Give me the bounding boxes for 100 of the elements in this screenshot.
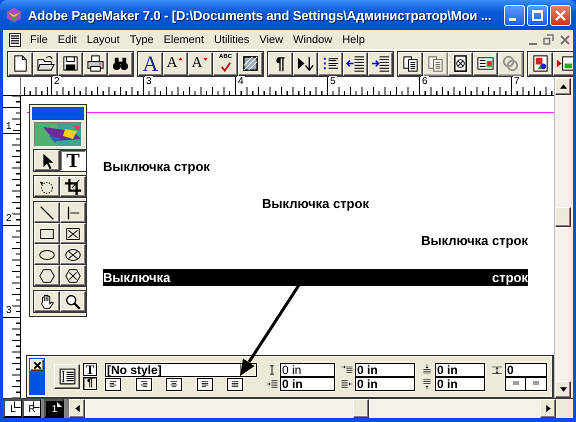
- align-grid-button[interactable]: [526, 378, 546, 390]
- binoculars-button[interactable]: [108, 52, 133, 76]
- ruler-number: 7: [513, 76, 521, 87]
- minimize-icon[interactable]: [529, 42, 537, 44]
- ruler-number: 2: [5, 214, 13, 224]
- ruler-number: 2: [53, 76, 61, 87]
- pointer-tool[interactable]: [34, 150, 60, 171]
- shapes-button[interactable]: [528, 52, 553, 76]
- maximize-button[interactable]: [527, 4, 548, 26]
- text-line: Выключка строк: [261, 195, 370, 212]
- right-indent-icon: [341, 378, 353, 390]
- menu-item[interactable]: Help: [337, 34, 370, 46]
- new-document-button[interactable]: [8, 52, 33, 76]
- close-button[interactable]: [30, 359, 44, 371]
- frame-button[interactable]: [448, 52, 473, 76]
- input-field[interactable]: 0: [505, 362, 547, 376]
- page-icon[interactable]: 1: [44, 399, 64, 418]
- ellipse-tool[interactable]: [34, 244, 60, 265]
- save-button[interactable]: [58, 52, 83, 76]
- pages-icon: [426, 54, 445, 73]
- ruler-number: 5: [329, 76, 337, 87]
- font-size-button[interactable]: A: [138, 52, 163, 76]
- ruler-number: 6: [421, 76, 429, 87]
- indent-button[interactable]: [368, 52, 393, 76]
- window-title: Adobe PageMaker 7.0 - [D:\Documents and Settings\Администратор\Мои ...: [28, 8, 492, 22]
- bullet-list-button[interactable]: [318, 52, 343, 76]
- menu-item[interactable]: Type: [124, 34, 159, 46]
- link-icon: [501, 54, 520, 73]
- maximize-icon: [532, 10, 543, 20]
- input-field[interactable]: 0 in: [280, 376, 335, 390]
- image-placeholder-button[interactable]: [473, 52, 498, 76]
- font-size-up-button[interactable]: A: [163, 52, 188, 76]
- force-justify-button[interactable]: [227, 378, 243, 390]
- minimize-button[interactable]: [504, 4, 525, 26]
- scroll-right-button[interactable]: [540, 399, 556, 418]
- document-icon: [7, 32, 23, 48]
- restore-icon[interactable]: [543, 34, 554, 45]
- pages-button[interactable]: [398, 52, 423, 76]
- constrained-line-tool[interactable]: [60, 202, 86, 223]
- space-after-icon: [421, 378, 433, 390]
- menu-item[interactable]: View: [254, 34, 288, 46]
- text-tool[interactable]: T: [60, 150, 86, 171]
- rotate-tool[interactable]: [34, 176, 60, 197]
- line-tool[interactable]: [34, 202, 60, 223]
- hand-tool[interactable]: [34, 291, 60, 312]
- hexagon-tool[interactable]: [34, 265, 60, 286]
- app-icon: [5, 6, 23, 24]
- scrollbar-thumb[interactable]: [555, 207, 571, 227]
- scroll-left-button[interactable]: [69, 399, 85, 418]
- align-center-button[interactable]: [166, 378, 182, 390]
- input-field[interactable]: 0 in: [355, 362, 415, 376]
- ellipse-frame-tool[interactable]: [60, 244, 86, 265]
- open-folder-button[interactable]: [33, 52, 58, 76]
- fill-icon: [241, 54, 260, 73]
- style-dropdown[interactable]: [No style]: [105, 362, 257, 376]
- text-flow-icon: [296, 54, 315, 73]
- pages-icon: [401, 54, 420, 73]
- font-size-down-button[interactable]: A: [188, 52, 213, 76]
- menu-item[interactable]: Utilities: [208, 34, 254, 46]
- zoom-tool[interactable]: [60, 291, 86, 312]
- menu-item[interactable]: Element: [158, 34, 209, 46]
- text-flow-button[interactable]: [293, 52, 318, 76]
- printer-button[interactable]: [83, 52, 108, 76]
- input-field[interactable]: 0 in: [435, 362, 485, 376]
- menu-item[interactable]: Layout: [82, 34, 125, 46]
- mode-toggle[interactable]: ¶: [83, 377, 97, 390]
- close-icon: [555, 10, 566, 20]
- align-right-button[interactable]: [136, 378, 152, 390]
- down-arrow-icon: [558, 385, 568, 394]
- paragraph-view-icon: [56, 366, 78, 387]
- space-before-icon: [421, 364, 433, 376]
- text-line: Выключка строк: [420, 232, 528, 249]
- align-justify-button[interactable]: [196, 378, 212, 390]
- outdent-button[interactable]: [343, 52, 368, 76]
- align-grid-button[interactable]: [506, 378, 526, 390]
- close-icon[interactable]: [560, 34, 570, 44]
- ruler-number: 3: [145, 76, 153, 87]
- crop-tool[interactable]: [60, 176, 86, 197]
- hexagon-frame-tool[interactable]: [60, 265, 86, 286]
- menu-item[interactable]: Window: [288, 34, 338, 46]
- mode-toggle[interactable]: T: [83, 363, 97, 376]
- input-field[interactable]: 0 in: [355, 376, 415, 390]
- paragraph-view-button[interactable]: [54, 364, 80, 389]
- first-indent-icon: [341, 364, 353, 376]
- scroll-up-button[interactable]: [555, 78, 571, 95]
- rectangle-frame-tool[interactable]: [60, 223, 86, 244]
- rectangle-tool[interactable]: [34, 223, 60, 244]
- scroll-down-button[interactable]: [555, 381, 571, 398]
- paragraph-button[interactable]: ¶: [268, 52, 293, 76]
- menu-item[interactable]: Edit: [52, 34, 82, 46]
- hexagon-frame-icon: [64, 266, 82, 284]
- image-button[interactable]: [553, 52, 573, 76]
- align-left-button[interactable]: [105, 378, 121, 390]
- input-field[interactable]: 0 in: [435, 376, 485, 390]
- menu-item[interactable]: File: [25, 34, 53, 46]
- fill-button[interactable]: [238, 52, 263, 76]
- save-icon: [61, 54, 80, 73]
- page-icon[interactable]: L: [3, 399, 22, 418]
- frame-icon: [451, 54, 470, 73]
- scrollbar-thumb[interactable]: [353, 399, 369, 418]
